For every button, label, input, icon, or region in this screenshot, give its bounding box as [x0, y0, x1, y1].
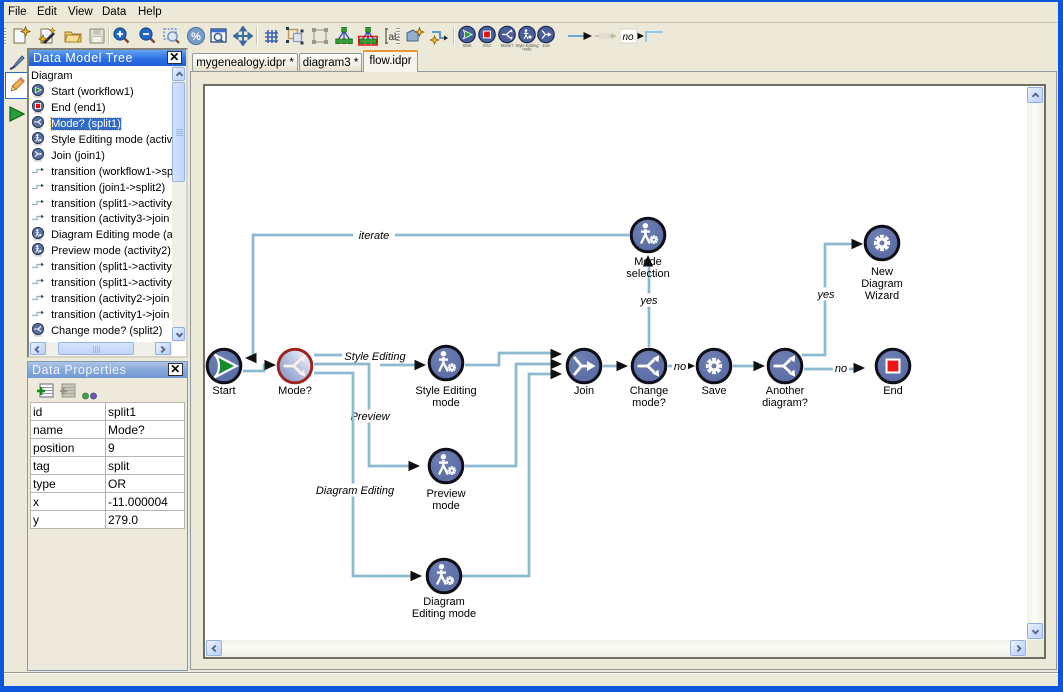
svg-text:Change: Change: [630, 385, 669, 397]
svg-text:Save: Save: [701, 385, 726, 397]
svg-text:Another: Another: [766, 385, 805, 397]
svg-text:Style Editing: Style Editing: [415, 385, 476, 397]
svg-text:Preview: Preview: [426, 488, 465, 500]
svg-text:Join: Join: [542, 43, 550, 48]
svg-text:mode: mode: [432, 500, 460, 512]
svg-text:mode?: mode?: [632, 397, 666, 409]
svg-text:no: no: [835, 363, 847, 375]
svg-text:Mode?: Mode?: [278, 385, 312, 397]
svg-text:mode: mode: [432, 397, 460, 409]
svg-text:yes: yes: [816, 289, 835, 301]
svg-text:Diagram: Diagram: [861, 278, 903, 290]
svg-text:End: End: [483, 43, 491, 48]
svg-text:no: no: [622, 32, 634, 43]
svg-text:Mode: Mode: [634, 256, 662, 268]
svg-text:Style Editing: Style Editing: [344, 351, 406, 363]
svg-text:iterate: iterate: [359, 230, 390, 242]
svg-text:Diagram Editing: Diagram Editing: [316, 485, 395, 497]
svg-text:selection: selection: [626, 268, 669, 280]
svg-text:New: New: [871, 266, 893, 278]
svg-text:Editing mode: Editing mode: [412, 608, 476, 620]
svg-text:yes: yes: [639, 295, 658, 307]
svg-text:End: End: [883, 385, 903, 397]
svg-text:no: no: [674, 361, 686, 373]
svg-text:Start: Start: [212, 385, 235, 397]
svg-text:Start: Start: [463, 43, 473, 48]
svg-text:diagram?: diagram?: [762, 397, 808, 409]
svg-text:%: %: [191, 31, 201, 43]
svg-text:Join: Join: [574, 385, 594, 397]
svg-text:Diagram: Diagram: [423, 596, 465, 608]
svg-text:Wizard: Wizard: [865, 290, 899, 302]
svg-text:Preview: Preview: [350, 411, 390, 423]
